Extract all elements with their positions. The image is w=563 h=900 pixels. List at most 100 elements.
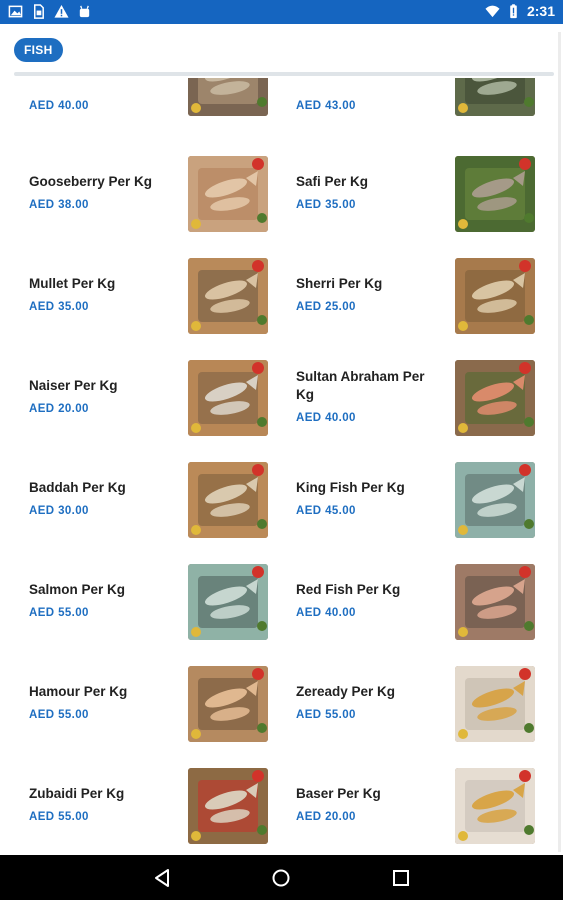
product-card[interactable]: King Fish Per Kg AED 45.00: [267, 462, 535, 552]
lemon: [191, 423, 201, 433]
lemon: [191, 321, 201, 331]
herb: [524, 519, 534, 529]
product-image[interactable]: [455, 564, 535, 640]
image-icon: [8, 5, 23, 18]
product-info: Sultan Abraham Per Kg AED 40.00: [296, 360, 446, 450]
product-image[interactable]: [188, 768, 268, 844]
lemon: [458, 103, 468, 113]
product-card[interactable]: AED 43.00: [267, 78, 535, 130]
product-info: AED 43.00: [296, 78, 446, 130]
herb: [524, 723, 534, 733]
herb: [524, 417, 534, 427]
product-price: AED 30.00: [29, 505, 89, 517]
fish-photo-icon: [455, 768, 535, 844]
product-row: AED 40.00 AED 43.00: [0, 78, 563, 130]
product-card[interactable]: Red Fish Per Kg AED 40.00: [267, 564, 535, 654]
product-card[interactable]: Safi Per Kg AED 35.00: [267, 156, 535, 246]
back-icon[interactable]: [151, 867, 173, 889]
tomato: [252, 362, 264, 374]
product-image[interactable]: [455, 360, 535, 436]
product-image[interactable]: [188, 258, 268, 334]
product-row: Salmon Per Kg AED 55.00 Red Fish Per Kg …: [0, 564, 563, 654]
tomato: [519, 260, 531, 272]
product-image[interactable]: [455, 258, 535, 334]
product-row: Gooseberry Per Kg AED 38.00 Safi Per Kg …: [0, 156, 563, 246]
product-card[interactable]: Zubaidi Per Kg AED 55.00: [0, 768, 268, 855]
product-image[interactable]: [455, 78, 535, 116]
home-icon[interactable]: [270, 867, 292, 889]
tomato: [519, 770, 531, 782]
product-card[interactable]: Mullet Per Kg AED 35.00: [0, 258, 268, 348]
herb: [524, 621, 534, 631]
warning-icon: [54, 4, 69, 18]
product-info: Hamour Per Kg AED 55.00: [29, 666, 179, 756]
product-price: AED 55.00: [29, 811, 89, 823]
herb: [257, 97, 267, 107]
product-card[interactable]: Zeready Per Kg AED 55.00: [267, 666, 535, 756]
product-card[interactable]: Sultan Abraham Per Kg AED 40.00: [267, 360, 535, 450]
product-price: AED 20.00: [29, 403, 89, 415]
lemon: [191, 729, 201, 739]
herb: [257, 315, 267, 325]
product-name: Sherri Per Kg: [296, 276, 383, 291]
android-icon: [79, 5, 90, 18]
product-card[interactable]: Naiser Per Kg AED 20.00: [0, 360, 268, 450]
tomato: [519, 158, 531, 170]
product-price: AED 40.00: [29, 100, 89, 112]
product-info: AED 40.00: [29, 78, 179, 130]
product-image[interactable]: [455, 462, 535, 538]
product-card[interactable]: AED 40.00: [0, 78, 268, 130]
product-image[interactable]: [188, 156, 268, 232]
recents-icon[interactable]: [390, 867, 412, 889]
status-bar: 2:31: [0, 0, 563, 24]
product-image[interactable]: [188, 666, 268, 742]
product-row: Naiser Per Kg AED 20.00 Sultan Abraham P…: [0, 360, 563, 450]
product-info: Baddah Per Kg AED 30.00: [29, 462, 179, 552]
product-name: Mullet Per Kg: [29, 276, 116, 291]
product-price: AED 40.00: [296, 607, 356, 619]
fish-photo-icon: [455, 360, 535, 436]
fish-photo-icon: [188, 564, 268, 640]
product-price: AED 25.00: [296, 301, 356, 313]
product-card[interactable]: Baser Per Kg AED 20.00: [267, 768, 535, 855]
product-name: Zubaidi Per Kg: [29, 786, 125, 801]
product-image[interactable]: [455, 666, 535, 742]
product-price: AED 55.00: [296, 709, 356, 721]
product-image[interactable]: [455, 156, 535, 232]
fish-photo-icon: [455, 156, 535, 232]
product-image[interactable]: [188, 360, 268, 436]
product-image[interactable]: [188, 564, 268, 640]
category-chip-fish[interactable]: FISH: [14, 38, 63, 62]
fish-photo-icon: [455, 564, 535, 640]
product-card[interactable]: Salmon Per Kg AED 55.00: [0, 564, 268, 654]
product-name: Safi Per Kg: [296, 174, 369, 189]
fish-photo-icon: [188, 666, 268, 742]
product-price: AED 55.00: [29, 709, 89, 721]
fish-photo-icon: [188, 360, 268, 436]
product-card[interactable]: Gooseberry Per Kg AED 38.00: [0, 156, 268, 246]
product-info: Mullet Per Kg AED 35.00: [29, 258, 179, 348]
product-name: Salmon Per Kg: [29, 582, 126, 597]
fish-photo-icon: [455, 462, 535, 538]
product-info: Gooseberry Per Kg AED 38.00: [29, 156, 179, 246]
product-info: Sherri Per Kg AED 25.00: [296, 258, 446, 348]
category-divider: [14, 72, 554, 76]
tomato: [519, 362, 531, 374]
status-icons-left: [8, 4, 92, 19]
navigation-bar: [0, 855, 563, 900]
product-name: Naiser Per Kg: [29, 378, 118, 393]
sim-card-icon: [34, 4, 44, 19]
product-info: Safi Per Kg AED 35.00: [296, 156, 446, 246]
product-card[interactable]: Hamour Per Kg AED 55.00: [0, 666, 268, 756]
product-card[interactable]: Sherri Per Kg AED 25.00: [267, 258, 535, 348]
product-info: Baser Per Kg AED 20.00: [296, 768, 446, 855]
product-image[interactable]: [188, 78, 268, 116]
fish-photo-icon: [188, 156, 268, 232]
product-image[interactable]: [188, 462, 268, 538]
tomato: [252, 668, 264, 680]
product-image[interactable]: [455, 768, 535, 844]
clock: 2:31: [526, 3, 555, 19]
product-card[interactable]: Baddah Per Kg AED 30.00: [0, 462, 268, 552]
fish-photo-icon: [455, 258, 535, 334]
wifi-icon: [485, 5, 500, 17]
